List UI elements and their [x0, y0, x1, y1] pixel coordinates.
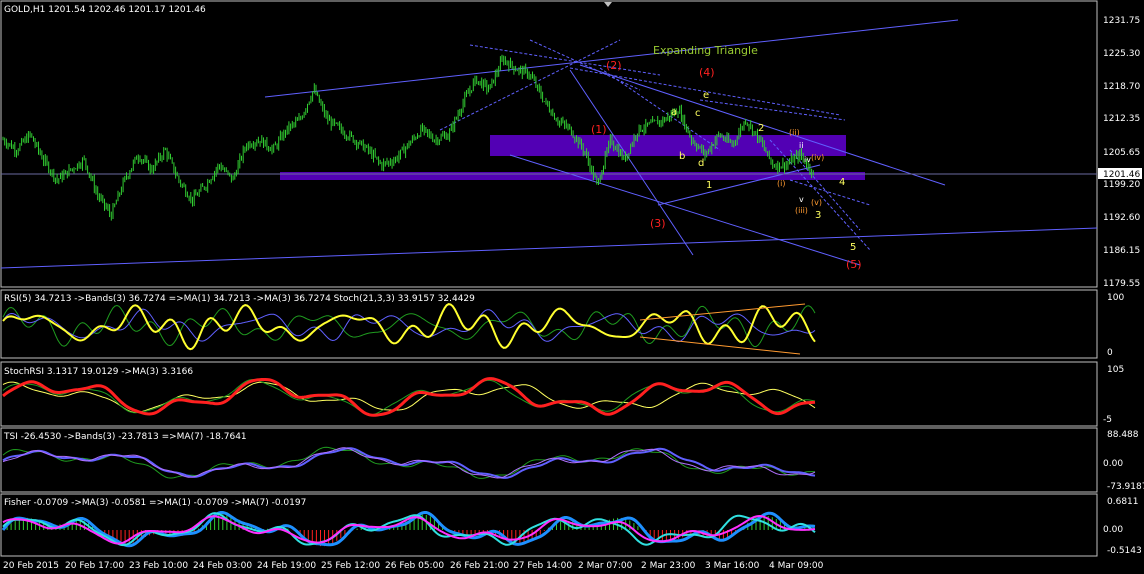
expanding-triangle-label: Expanding Triangle [653, 44, 758, 57]
time-tick: 26 Feb 05:00 [385, 561, 444, 571]
wave-label: (iv) [811, 153, 824, 162]
price-candles [2, 54, 814, 221]
price-tick: 1179.55 [1103, 279, 1140, 289]
time-tick: 20 Feb 2015 [3, 561, 59, 571]
time-tick: 27 Feb 14:00 [513, 561, 572, 571]
wave-label: (3) [650, 217, 666, 230]
wave-label: v [799, 195, 804, 204]
tsi-axis-bottom: -73.9187 [1107, 482, 1144, 492]
stochrsi-header: StochRSI 3.1317 19.0129 ->MA(3) 3.3166 [4, 367, 193, 377]
time-tick: 24 Feb 03:00 [193, 561, 252, 571]
main-header: GOLD,H1 1201.54 1202.46 1201.17 1201.46 [4, 5, 206, 15]
fisher-axis-top: 0.6811 [1107, 497, 1139, 507]
stochrsi-axis-top: 105 [1107, 365, 1124, 375]
tsi-bands-line [2, 447, 816, 479]
lower-trendline [0, 227, 1098, 269]
wave-label: c [695, 108, 701, 119]
wave-label: (v) [811, 198, 822, 207]
wave-b-d-line [657, 164, 821, 206]
wave-label: 4 [839, 177, 845, 188]
wave-label: (1) [591, 123, 607, 136]
wave-label: d [698, 158, 704, 169]
price-tick: 1199.20 [1103, 180, 1140, 190]
fisher-axis-bottom: -0.5143 [1107, 546, 1142, 556]
wave-label: 5 [850, 242, 856, 253]
resistance-zone [490, 135, 846, 156]
price-tick: 1225.30 [1103, 49, 1140, 59]
rsi-axis-top: 100 [1107, 293, 1124, 303]
time-tick: 2 Mar 23:00 [641, 561, 696, 571]
fisher-header: Fisher -0.0709 ->MA(3) -0.0581 =>MA(1) -… [4, 498, 306, 508]
price-tick: 1192.60 [1103, 213, 1140, 223]
wave-labels-minor: a b c d e 1 2 3 4 5 [671, 90, 856, 253]
price-axis: 1231.75 1225.30 1218.70 1212.35 1205.65 … [1103, 16, 1140, 289]
wave-label: iv [804, 155, 811, 164]
wave-label: b [679, 151, 685, 162]
wave-label: (4) [699, 66, 715, 79]
wave-label: (i) [777, 179, 785, 188]
price-tick: 1186.15 [1103, 246, 1140, 256]
rsi-axis-bottom: 0 [1107, 348, 1113, 358]
collapse-icon[interactable] [604, 2, 612, 7]
time-axis: 20 Feb 2015 20 Feb 17:00 23 Feb 10:00 24… [3, 561, 824, 571]
wave-label: ii [799, 141, 803, 150]
wave-label: (iii) [795, 206, 808, 215]
tsi-line [2, 447, 816, 479]
wave-label: e [703, 90, 709, 101]
tsi-axis-mid: 0.00 [1103, 459, 1123, 469]
wave-label: (2) [606, 59, 622, 72]
wave-label: a [671, 107, 677, 118]
time-tick: 2 Mar 07:00 [578, 561, 633, 571]
time-tick: 3 Mar 16:00 [705, 561, 760, 571]
time-tick: 26 Feb 21:00 [450, 561, 509, 571]
price-tick: 1218.70 [1103, 82, 1140, 92]
wave-label: 1 [706, 180, 712, 191]
stochrsi-line [2, 377, 816, 417]
time-tick: 24 Feb 19:00 [257, 561, 316, 571]
time-tick: 4 Mar 09:00 [769, 561, 824, 571]
tsi-lines [2, 446, 816, 479]
current-price-label: 1201.46 [1103, 170, 1140, 180]
wave-label: (ii) [789, 128, 800, 137]
wave-label: 3 [815, 210, 821, 221]
wave-label: 2 [758, 123, 764, 134]
chart-canvas[interactable]: GOLD,H1 1201.54 1202.46 1201.17 1201.46 … [0, 0, 1144, 574]
rsi-upper-channel [639, 303, 806, 321]
tsi-axis-top: 88.488 [1107, 430, 1139, 440]
tsi-header: TSI -26.4530 ->Bands(3) -23.7813 =>MA(7)… [3, 432, 247, 442]
stoch-line [2, 304, 816, 348]
time-tick: 23 Feb 10:00 [129, 561, 188, 571]
time-tick: 25 Feb 12:00 [321, 561, 380, 571]
rsi-header: RSI(5) 34.7213 ->Bands(3) 36.7274 =>MA(1… [4, 294, 475, 304]
fisher-axis-mid: 0.00 [1103, 525, 1123, 535]
stochrsi-lines [2, 377, 816, 417]
price-tick: 1205.65 [1103, 148, 1140, 158]
fisher-lines [1, 511, 816, 548]
stochrsi-axis-bottom: -5 [1103, 415, 1112, 425]
price-tick: 1212.35 [1103, 114, 1140, 124]
price-tick: 1231.75 [1103, 16, 1140, 26]
wave-label: (5) [846, 258, 862, 271]
rsi-lower-channel [639, 336, 801, 355]
time-tick: 20 Feb 17:00 [65, 561, 124, 571]
wave-labels: (1) (2) (3) (4) (5) [591, 59, 862, 271]
indicator-axes: 100 0 105 -5 88.488 0.00 -73.9187 0.6811… [1103, 293, 1144, 556]
tsi-ma-line [2, 446, 816, 479]
